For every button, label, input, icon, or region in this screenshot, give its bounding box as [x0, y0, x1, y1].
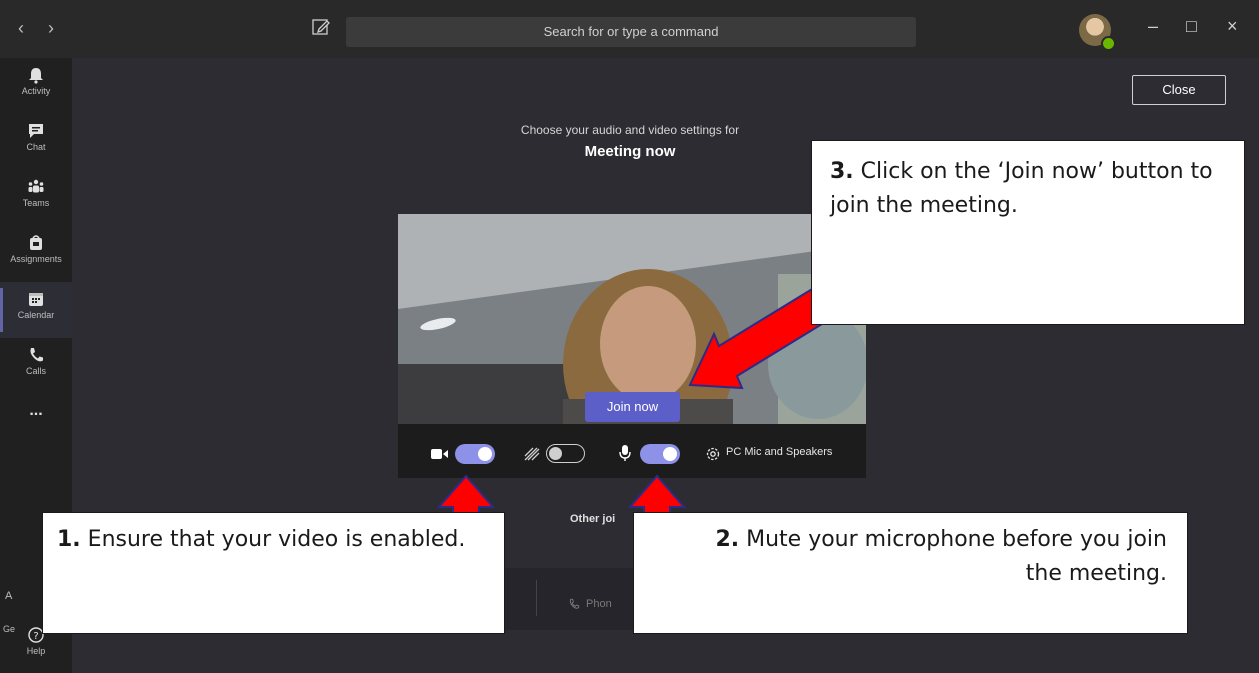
callout-step-number: 1.	[57, 527, 81, 552]
callout-text: Click on the	[860, 159, 991, 184]
callout-step-1: 1. Ensure that your video is enabled.	[42, 512, 505, 634]
callout-step-3: 3. Click on the ‘Join now’ button to joi…	[811, 140, 1245, 325]
callout-step-number: 3.	[830, 159, 854, 184]
callout-step-number: 2.	[715, 527, 740, 552]
callout-step-2: 2. Mute your microphone before you join …	[633, 512, 1188, 634]
callout-text: Mute your microphone before you join the…	[746, 527, 1167, 587]
callout-text: Ensure that your video is enabled.	[87, 527, 466, 552]
